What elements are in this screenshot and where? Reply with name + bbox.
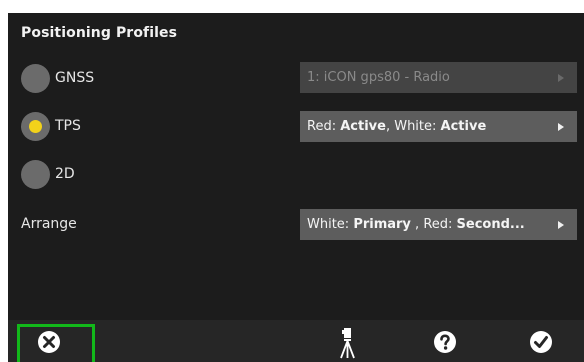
arrange-select[interactable]: White: Primary , Red: Second... (300, 209, 577, 240)
gnss-profile-value: 1: iCON gps80 - Radio (307, 70, 450, 85)
radio-tps[interactable]: TPS (21, 111, 81, 141)
radio-2d-circle[interactable] (21, 159, 50, 189)
help-button[interactable] (432, 329, 458, 355)
positioning-profiles-dialog: Positioning Profiles GNSS 1: iCON gps80 … (8, 13, 584, 362)
panel-title: Positioning Profiles (21, 25, 178, 41)
radio-selected-dot (29, 119, 42, 133)
arrange-value: White: Primary , Red: Second... (307, 217, 525, 232)
radio-gnss[interactable]: GNSS (21, 63, 94, 93)
gnss-profile-select[interactable]: 1: iCON gps80 - Radio (300, 62, 577, 93)
total-station-icon (340, 328, 355, 359)
tps-profile-select[interactable]: Red: Active, White: Active (300, 111, 577, 142)
accept-button[interactable] (528, 329, 554, 355)
select-arrow-icon (558, 123, 564, 131)
radio-tps-circle[interactable] (21, 111, 50, 141)
cancel-button[interactable] (36, 329, 62, 355)
arrange-label: Arrange (21, 216, 77, 232)
instrument-button[interactable] (336, 326, 358, 360)
radio-gnss-circle[interactable] (21, 63, 50, 93)
close-circle-icon (38, 331, 60, 353)
radio-2d-label: 2D (55, 166, 75, 182)
tps-profile-value: Red: Active, White: Active (307, 119, 487, 134)
radio-2d[interactable]: 2D (21, 159, 75, 189)
radio-gnss-label: GNSS (55, 70, 95, 86)
help-icon (434, 331, 456, 353)
bottom-toolbar (8, 320, 584, 362)
select-arrow-icon (558, 221, 564, 229)
checkmark-icon (530, 331, 552, 353)
radio-tps-label: TPS (55, 118, 81, 134)
select-arrow-icon (558, 74, 564, 82)
